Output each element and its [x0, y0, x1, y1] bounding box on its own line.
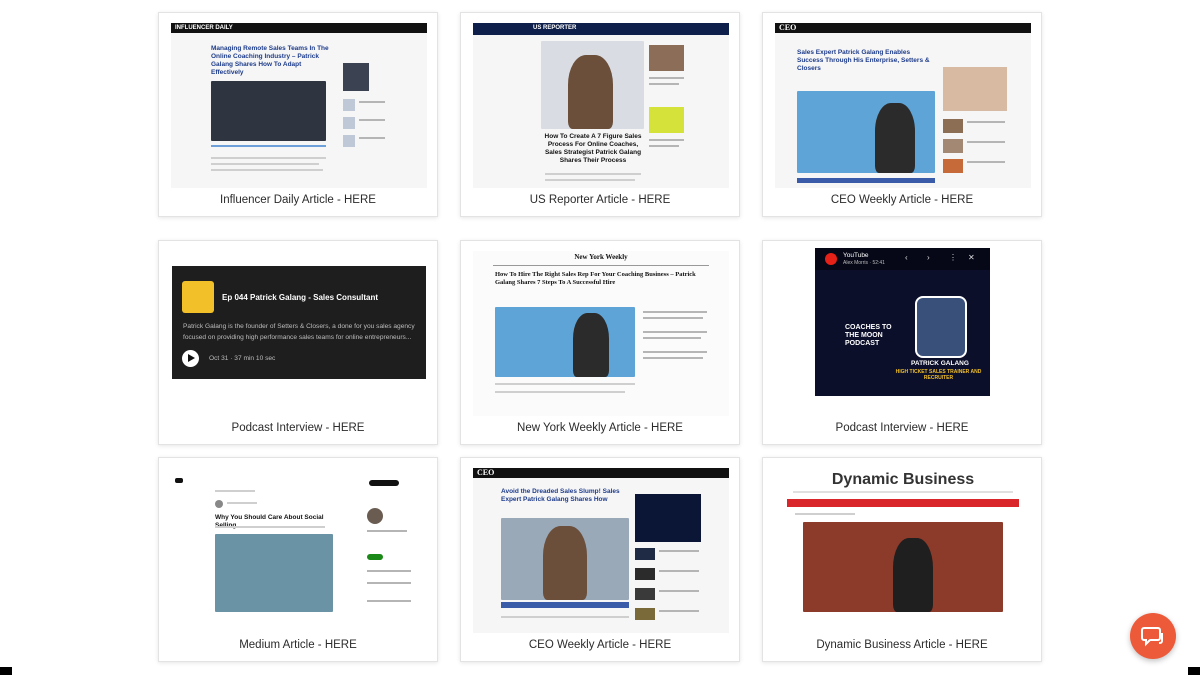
guest-photo: [915, 296, 967, 358]
article-thumbnail: Why You Should Care About Social Selling: [171, 468, 427, 633]
article-headline: Avoid the Dreaded Sales Slump! Sales Exp…: [501, 488, 620, 503]
card-ceo-weekly-2[interactable]: CEO Avoid the Dreaded Sales Slump! Sales…: [460, 457, 740, 662]
site-logo: CEO: [779, 23, 797, 32]
episode-title: Ep 044 Patrick Galang - Sales Consultant: [222, 293, 379, 302]
promo-bar: [787, 499, 1019, 507]
site-logo: Dynamic Business: [831, 471, 975, 488]
site-header: INFLUENCER DAILY: [171, 23, 427, 33]
card-dynamic-business[interactable]: Dynamic Business Dynamic Business Articl…: [762, 457, 1042, 662]
article-thumbnail: US REPORTER How To Create A 7 Figure Sal…: [473, 23, 729, 188]
site-header: CEO: [775, 23, 1031, 33]
play-icon[interactable]: [182, 350, 199, 367]
podcast-player: Ep 044 Patrick Galang - Sales Consultant…: [172, 266, 426, 379]
podcast-cover-art: [182, 281, 214, 313]
article-headline: How To Create A 7 Figure Sales Process F…: [544, 133, 642, 164]
show-name: COACHES TO THE MOON PODCAST: [845, 324, 892, 347]
window-corner-left: [0, 667, 12, 675]
article-thumbnail: Dynamic Business: [775, 468, 1031, 633]
site-logo: INFLUENCER DAILY: [175, 25, 233, 31]
youtube-channel: Alex Morris · 52:41: [843, 260, 885, 266]
card-caption[interactable]: Dynamic Business Article - HERE: [763, 639, 1041, 651]
hero-image: [215, 534, 333, 612]
card-caption[interactable]: New York Weekly Article - HERE: [461, 422, 739, 434]
chat-icon: [1141, 627, 1163, 647]
episode-meta: Oct 31 · 37 min 10 sec: [209, 355, 276, 362]
article-headline: How To Hire The Right Sales Rep For Your…: [495, 271, 696, 286]
card-us-reporter[interactable]: US REPORTER How To Create A 7 Figure Sal…: [460, 12, 740, 217]
card-new-york-weekly[interactable]: New York Weekly How To Hire The Right Sa…: [460, 240, 740, 445]
hero-image: [211, 81, 326, 141]
article-thumbnail: New York Weekly How To Hire The Right Sa…: [473, 251, 729, 416]
youtube-header: YouTube Alex Morris · 52:41 ‹ › ⋮ ✕: [815, 248, 990, 270]
site-logo: CEO: [477, 468, 495, 477]
article-headline: Sales Expert Patrick Galang Enables Succ…: [797, 49, 930, 72]
card-podcast-interview-2[interactable]: YouTube Alex Morris · 52:41 ‹ › ⋮ ✕ COAC…: [762, 240, 1042, 445]
article-headline: Managing Remote Sales Teams In The Onlin…: [211, 45, 329, 76]
youtube-icon: [825, 253, 837, 265]
card-medium[interactable]: Why You Should Care About Social Selling…: [158, 457, 438, 662]
episode-description: Patrick Galang is the founder of Setters…: [183, 323, 415, 341]
card-caption[interactable]: Medium Article - HERE: [159, 639, 437, 651]
press-grid: INFLUENCER DAILY Managing Remote Sales T…: [158, 12, 1042, 662]
card-caption[interactable]: CEO Weekly Article - HERE: [461, 639, 739, 651]
card-caption[interactable]: US Reporter Article - HERE: [461, 194, 739, 206]
chevron-left-icon[interactable]: ‹: [905, 253, 908, 262]
card-influencer-daily[interactable]: INFLUENCER DAILY Managing Remote Sales T…: [158, 12, 438, 217]
site-header: CEO: [473, 468, 729, 478]
guest-name: PATRICK GALANG: [911, 360, 969, 367]
chevron-right-icon[interactable]: ›: [927, 253, 930, 262]
site-logo: US REPORTER: [533, 25, 577, 31]
article-thumbnail: CEO Avoid the Dreaded Sales Slump! Sales…: [473, 468, 729, 633]
card-podcast-interview-1[interactable]: Ep 044 Patrick Galang - Sales Consultant…: [158, 240, 438, 445]
guest-role: HIGH TICKET SALES TRAINER AND RECRUITER: [895, 369, 982, 381]
youtube-embed[interactable]: YouTube Alex Morris · 52:41 ‹ › ⋮ ✕ COAC…: [815, 248, 990, 396]
site-logo: New York Weekly: [574, 253, 628, 261]
medium-logo-icon: [175, 478, 183, 483]
card-caption[interactable]: Podcast Interview - HERE: [159, 422, 437, 434]
youtube-label: YouTube: [843, 252, 869, 259]
card-caption[interactable]: CEO Weekly Article - HERE: [763, 194, 1041, 206]
window-corner-right: [1188, 667, 1200, 675]
card-caption[interactable]: Podcast Interview - HERE: [763, 422, 1041, 434]
card-ceo-weekly[interactable]: CEO Sales Expert Patrick Galang Enables …: [762, 12, 1042, 217]
hero-image: [495, 307, 635, 377]
chat-button[interactable]: [1130, 613, 1176, 659]
card-caption[interactable]: Influencer Daily Article - HERE: [159, 194, 437, 206]
article-thumbnail: INFLUENCER DAILY Managing Remote Sales T…: [171, 23, 427, 188]
article-thumbnail: CEO Sales Expert Patrick Galang Enables …: [775, 23, 1031, 188]
site-header: US REPORTER: [473, 23, 729, 35]
more-icon[interactable]: ⋮: [949, 253, 957, 262]
close-icon[interactable]: ✕: [968, 253, 975, 262]
